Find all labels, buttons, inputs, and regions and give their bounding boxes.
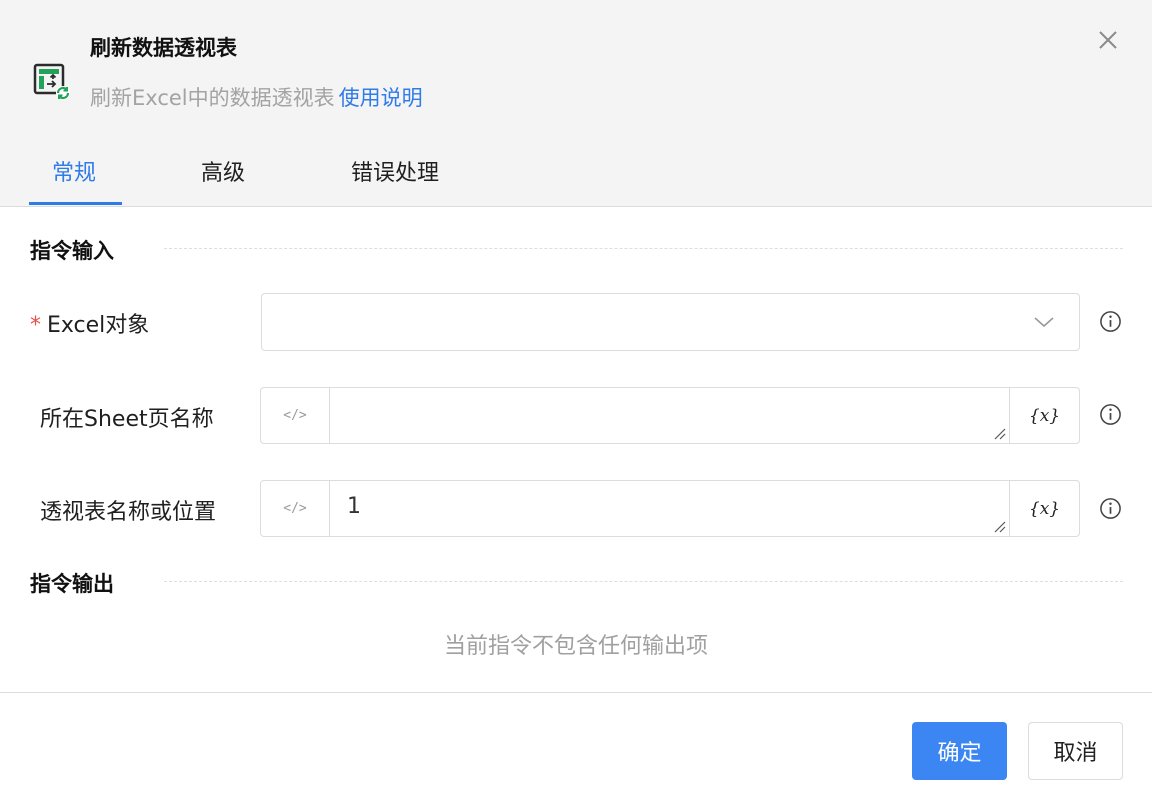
pivot-name-label: 透视表名称或位置 [40, 500, 217, 525]
input-section-title: 指令输入 [30, 239, 114, 263]
excel-object-select[interactable] [261, 293, 1080, 351]
help-link[interactable]: 使用说明 [339, 86, 423, 110]
dialog-title: 刷新数据透视表 [90, 36, 237, 60]
info-icon[interactable] [1099, 403, 1122, 426]
chevron-down-icon [1034, 317, 1054, 328]
tab-general[interactable]: 常规 [52, 155, 96, 187]
tab-error-handling[interactable]: 错误处理 [351, 155, 439, 187]
excel-object-label: * Excel对象 [30, 307, 149, 339]
info-icon[interactable] [1099, 497, 1122, 520]
pivot-name-input[interactable]: 1 [347, 494, 361, 519]
subtitle-text: 刷新Excel中的数据透视表 [90, 86, 335, 110]
footer-divider [0, 692, 1152, 693]
resize-handle-icon[interactable] [994, 428, 1006, 440]
code-icon[interactable]: </> [261, 481, 330, 536]
dialog-header: 刷新数据透视表 刷新Excel中的数据透视表 使用说明 常规 高级 错误处理 [0, 0, 1152, 207]
output-section-title: 指令输出 [30, 572, 114, 596]
excel-object-label-text: Excel对象 [47, 313, 150, 338]
code-icon[interactable]: </> [261, 388, 330, 443]
section-divider [164, 581, 1123, 582]
variable-icon[interactable]: {x} [1009, 481, 1079, 536]
empty-output-message: 当前指令不包含任何输出项 [443, 634, 708, 659]
pivot-name-field[interactable]: </> 1 {x} [260, 480, 1080, 537]
dialog-subtitle: 刷新Excel中的数据透视表 使用说明 [90, 82, 423, 112]
confirm-button[interactable]: 确定 [912, 722, 1007, 780]
info-icon[interactable] [1099, 310, 1122, 333]
close-icon[interactable] [1092, 24, 1124, 56]
excel-pivot-refresh-icon [33, 63, 70, 100]
sheet-name-field[interactable]: </> {x} [260, 387, 1080, 444]
variable-icon[interactable]: {x} [1009, 388, 1079, 443]
sheet-name-label: 所在Sheet页名称 [40, 407, 214, 432]
tab-advanced[interactable]: 高级 [201, 155, 245, 187]
resize-handle-icon[interactable] [994, 521, 1006, 533]
active-tab-indicator [29, 202, 122, 205]
required-marker: * [30, 313, 41, 338]
section-divider [164, 248, 1123, 249]
cancel-button[interactable]: 取消 [1028, 722, 1123, 780]
